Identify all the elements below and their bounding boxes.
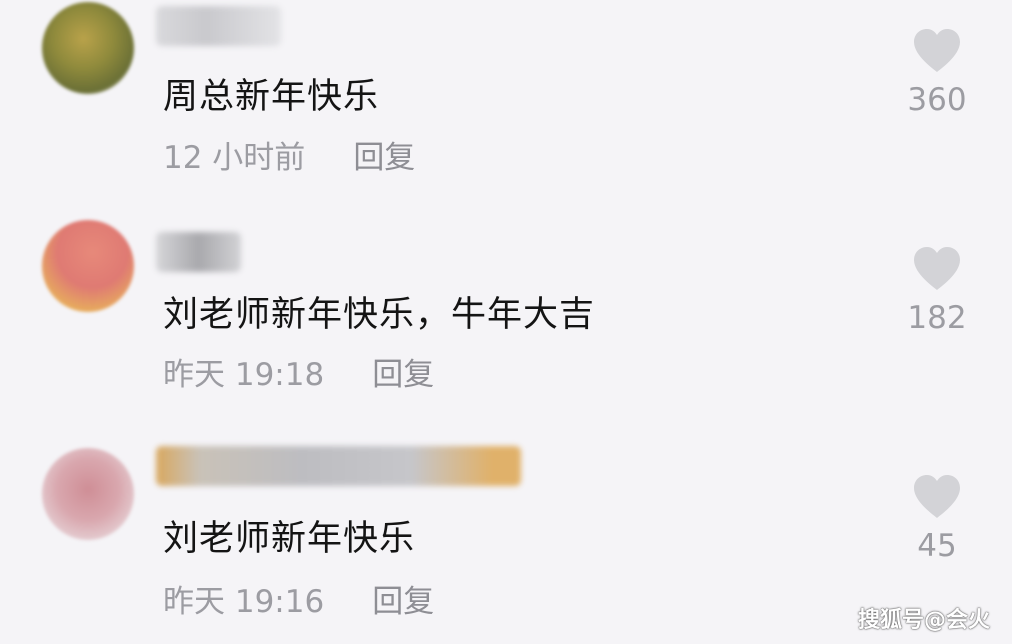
reply-button[interactable]: 回复 bbox=[353, 140, 415, 176]
avatar[interactable] bbox=[42, 2, 134, 94]
comment-meta: 12 小时前 回复 bbox=[163, 132, 415, 177]
like-count: 360 bbox=[907, 82, 967, 118]
comment-text: 刘老师新年快乐 bbox=[163, 519, 416, 559]
comment-meta: 昨天 19:16 回复 bbox=[163, 576, 434, 621]
like-count: 45 bbox=[917, 528, 957, 564]
heart-icon bbox=[914, 475, 960, 518]
comment-time: 12 小时前 bbox=[163, 140, 306, 176]
comment-time: 昨天 19:16 bbox=[163, 584, 325, 620]
heart-icon bbox=[914, 29, 960, 72]
like-count: 182 bbox=[907, 300, 967, 336]
like-button[interactable]: 182 bbox=[892, 246, 982, 336]
reply-button[interactable]: 回复 bbox=[372, 357, 434, 393]
comment-text: 周总新年快乐 bbox=[163, 77, 380, 117]
comment-time: 昨天 19:18 bbox=[163, 357, 325, 393]
username-blurred[interactable] bbox=[156, 232, 241, 272]
like-button[interactable]: 45 bbox=[892, 474, 982, 564]
like-button[interactable]: 360 bbox=[892, 28, 982, 118]
username-blurred[interactable] bbox=[156, 6, 281, 46]
heart-icon bbox=[914, 247, 960, 290]
watermark: 搜狐号@会火 bbox=[857, 608, 990, 633]
comment-text: 刘老师新年快乐，牛年大吉 bbox=[163, 295, 596, 335]
comment-meta: 昨天 19:18 回复 bbox=[163, 349, 434, 394]
avatar[interactable] bbox=[42, 220, 134, 312]
username-blurred[interactable] bbox=[156, 446, 521, 486]
avatar[interactable] bbox=[42, 448, 134, 540]
reply-button[interactable]: 回复 bbox=[372, 584, 434, 620]
